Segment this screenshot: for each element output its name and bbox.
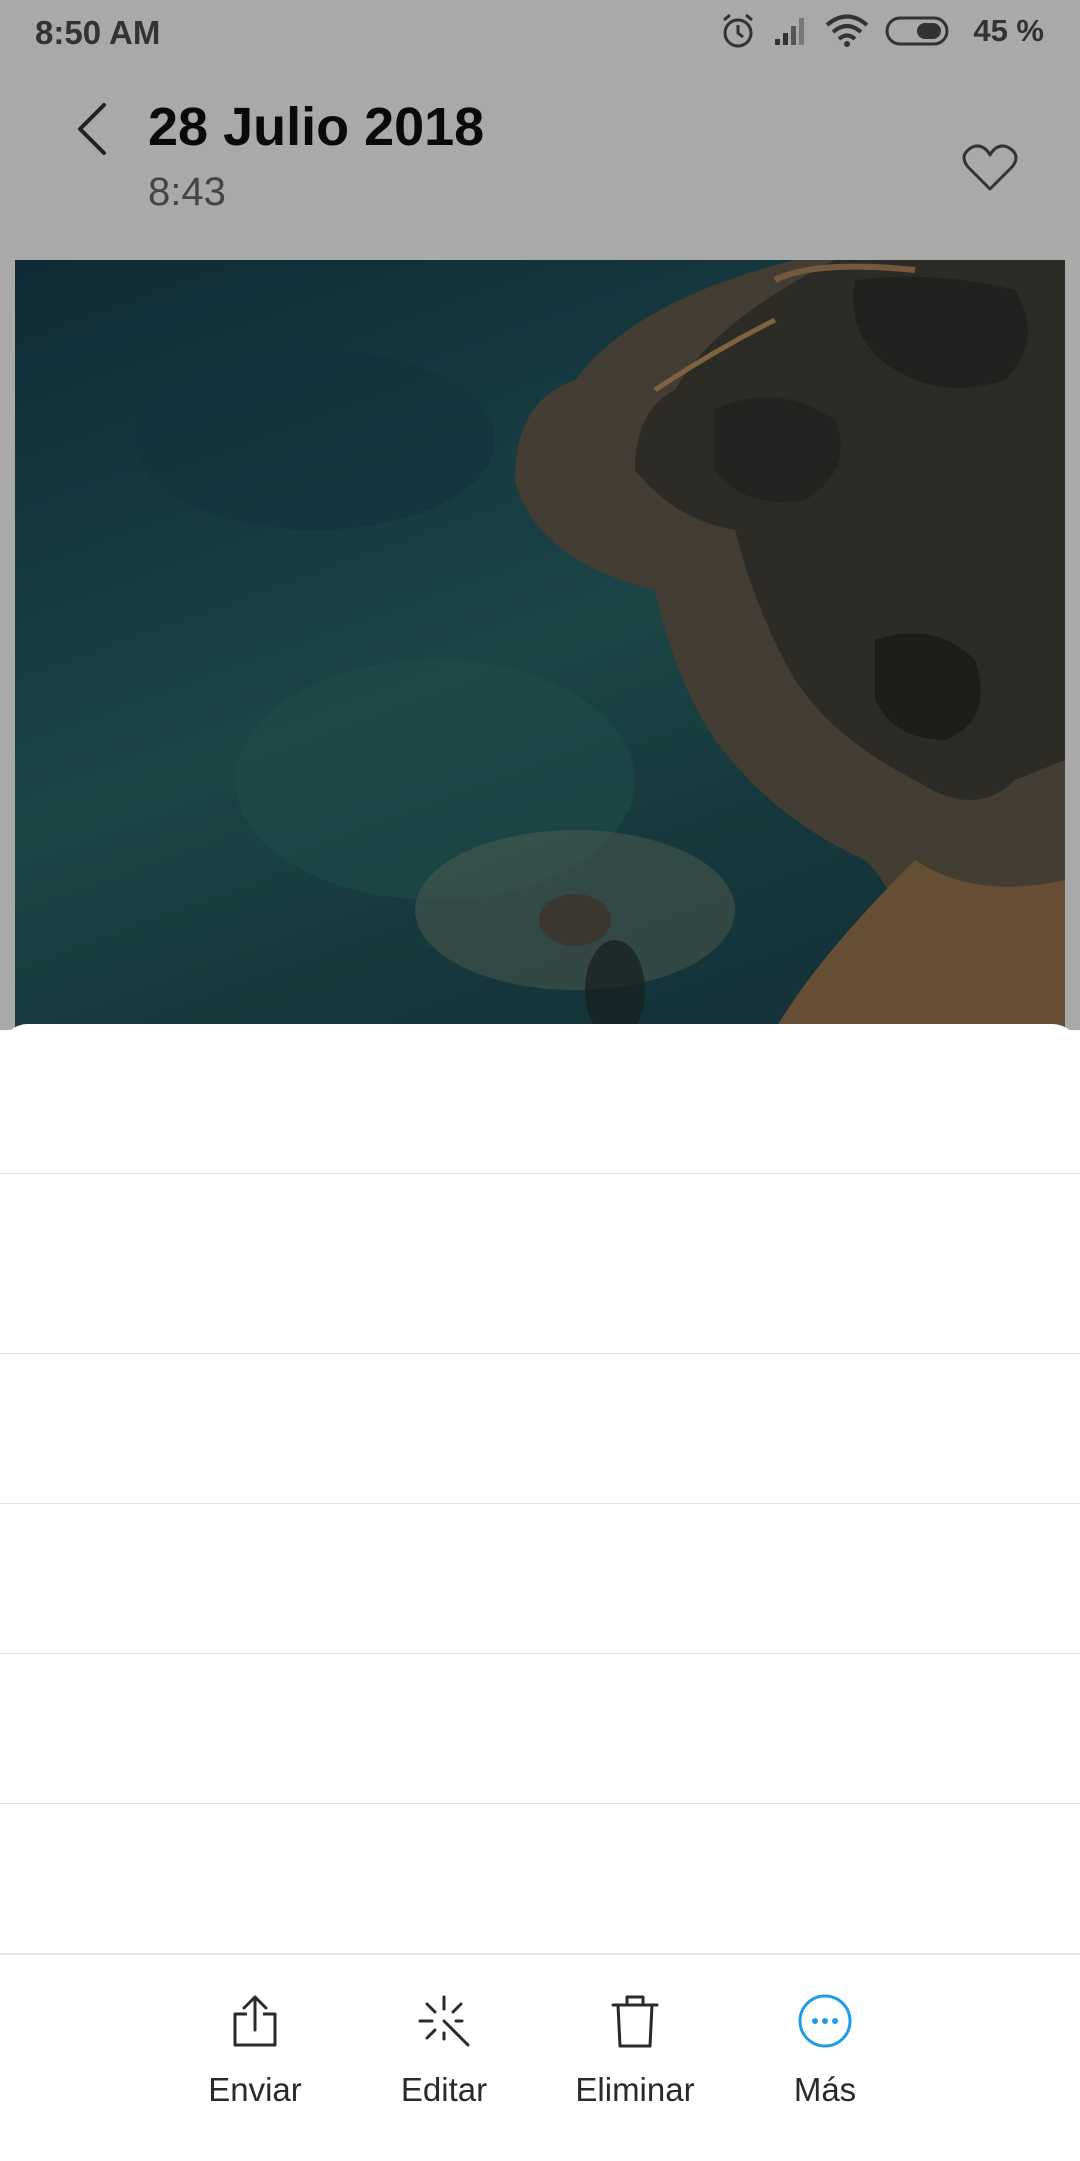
wifi-icon bbox=[825, 14, 869, 48]
status-time: 8:50 AM bbox=[35, 14, 161, 51]
sheet-row[interactable] bbox=[0, 1204, 1080, 1354]
favorite-button[interactable] bbox=[954, 134, 1026, 206]
dimmed-background: 8:50 AM 45 % 28 Julio 2018 8:43 bbox=[0, 0, 1080, 1030]
status-icons: 45 % bbox=[719, 12, 1044, 50]
photo-dim-overlay bbox=[15, 260, 1065, 1030]
status-bar: 8:50 AM 45 % bbox=[0, 0, 1080, 66]
sheet-row[interactable] bbox=[0, 1354, 1080, 1504]
more-label: Más bbox=[793, 2071, 857, 2108]
battery-icon bbox=[885, 15, 953, 47]
header: 28 Julio 2018 8:43 bbox=[0, 66, 1080, 260]
signal-icon bbox=[773, 15, 809, 47]
heart-outline-icon bbox=[962, 143, 1018, 198]
more-button[interactable]: Más bbox=[740, 1991, 910, 2141]
send-label: Enviar bbox=[208, 2071, 302, 2108]
delete-label: Eliminar bbox=[575, 2071, 695, 2108]
send-button[interactable]: Enviar bbox=[170, 1991, 340, 2141]
battery-percentage: 45 % bbox=[973, 13, 1044, 48]
page-subtitle: 8:43 bbox=[148, 170, 226, 214]
magic-wand-icon bbox=[414, 1991, 474, 2051]
edit-button[interactable]: Editar bbox=[359, 1991, 529, 2141]
alarm-icon bbox=[719, 12, 757, 50]
sheet-row[interactable] bbox=[0, 1504, 1080, 1654]
trash-icon bbox=[605, 1991, 665, 2051]
sheet-row[interactable] bbox=[0, 1024, 1080, 1174]
back-arrow-icon bbox=[74, 101, 110, 162]
share-icon bbox=[225, 1991, 285, 2051]
delete-button[interactable]: Eliminar bbox=[550, 1991, 720, 2141]
bottom-sheet bbox=[0, 1024, 1080, 1954]
photo-preview[interactable] bbox=[15, 260, 1065, 1030]
edit-label: Editar bbox=[400, 2071, 488, 2108]
sheet-row[interactable] bbox=[0, 1654, 1080, 1804]
sheet-row[interactable] bbox=[0, 1804, 1080, 1954]
back-button[interactable] bbox=[62, 96, 122, 166]
bottom-toolbar: Enviar Editar Eliminar Más bbox=[0, 1954, 1080, 2161]
page-title: 28 Julio 2018 bbox=[148, 97, 485, 157]
more-icon bbox=[795, 1991, 855, 2051]
